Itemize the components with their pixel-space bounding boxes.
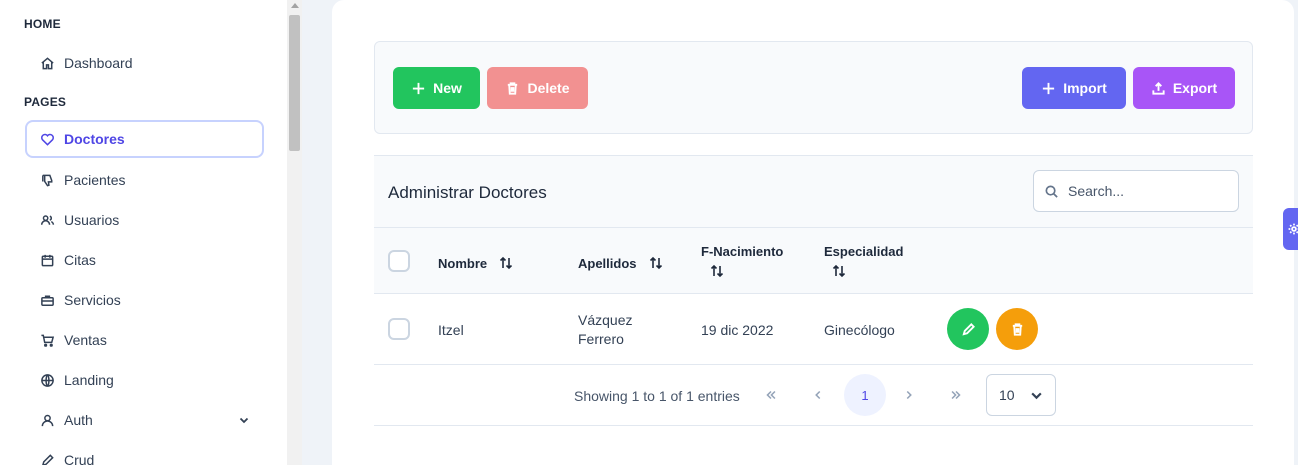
sidebar-item-label: Crud	[64, 452, 95, 465]
pagination-summary: Showing 1 to 1 of 1 entries	[574, 388, 740, 404]
next-page-button[interactable]	[888, 374, 930, 416]
rows-per-page-select[interactable]: 10	[986, 374, 1056, 416]
user-icon	[39, 412, 55, 428]
plus-icon	[411, 81, 426, 96]
cell-apellidos-line-2: Ferrero	[578, 331, 624, 347]
sidebar-item-label: Servicios	[64, 292, 121, 308]
new-button-label: New	[433, 80, 462, 96]
sidebar-item-label: Citas	[64, 252, 96, 268]
home-icon	[39, 55, 55, 71]
users-icon	[39, 212, 55, 228]
column-header-label: Especialidad	[824, 244, 904, 259]
column-header-nombre[interactable]: Nombre	[438, 255, 514, 271]
paginator: Showing 1 to 1 of 1 entries 1 10	[374, 365, 1253, 426]
chevron-down-icon	[1030, 389, 1043, 405]
globe-icon	[39, 372, 55, 388]
column-header-label: Nombre	[438, 255, 488, 271]
pencil-icon	[961, 322, 975, 336]
table-title: Administrar Doctores	[388, 183, 547, 202]
cart-icon	[39, 332, 55, 348]
sidebar-item-usuarios[interactable]: Usuarios	[25, 201, 264, 239]
briefcase-icon	[39, 292, 55, 308]
sidebar-item-label: Ventas	[64, 332, 107, 348]
sidebar-item-label: Doctores	[64, 131, 125, 147]
scroll-up-arrow-icon[interactable]	[291, 3, 299, 8]
sidebar-item-citas[interactable]: Citas	[25, 241, 264, 279]
upload-icon	[1151, 81, 1166, 96]
sidebar-item-label: Auth	[64, 412, 93, 428]
cell-nombre: Itzel	[438, 322, 464, 338]
column-header-label: Apellidos	[578, 255, 637, 271]
prev-page-button[interactable]	[797, 374, 839, 416]
select-all-checkbox[interactable]	[388, 250, 410, 272]
search-icon	[1044, 184, 1059, 199]
heart-icon	[39, 131, 55, 147]
sidebar-item-auth[interactable]: Auth	[25, 401, 264, 439]
cell-apellidos: Vázquez Ferrero	[578, 311, 632, 349]
cell-apellidos-line-1: Vázquez	[578, 312, 633, 328]
export-button-label: Export	[1172, 80, 1218, 96]
chevron-right-icon	[906, 390, 912, 400]
delete-button-label: Delete	[527, 80, 570, 96]
trash-icon	[505, 81, 520, 96]
row-checkbox[interactable]	[388, 318, 410, 340]
sidebar-item-servicios[interactable]: Servicios	[25, 281, 264, 319]
import-button-label: Import	[1063, 80, 1107, 96]
toolbar: New Delete Import Export	[374, 41, 1253, 134]
delete-button[interactable]: Delete	[487, 67, 588, 109]
column-header-apellidos[interactable]: Apellidos	[578, 255, 664, 271]
trash-icon	[1012, 322, 1022, 336]
plus-icon	[1041, 81, 1056, 96]
table-column-header-row: Nombre Apellidos F-Nacimiento Especialid…	[374, 227, 1253, 294]
main-card: New Delete Import Export Administrar Doc…	[332, 0, 1294, 465]
sidebar-item-label: Usuarios	[64, 212, 120, 228]
export-button[interactable]: Export	[1133, 67, 1235, 109]
delete-row-button[interactable]	[996, 308, 1038, 350]
sort-icon[interactable]	[498, 255, 514, 271]
thumbs-down-icon	[39, 172, 55, 188]
last-page-button[interactable]	[935, 374, 977, 416]
gear-icon	[1288, 223, 1298, 235]
sidebar-item-dashboard[interactable]: Dashboard	[25, 44, 264, 82]
chevrons-right-icon	[951, 390, 961, 400]
column-header-especialidad[interactable]: Especialidad	[824, 244, 903, 282]
sidebar: HOME Dashboard PAGES Doctores Pacientes …	[0, 0, 287, 465]
table-header: Administrar Doctores	[374, 155, 1253, 227]
config-button[interactable]	[1283, 208, 1298, 250]
rows-per-page-value: 10	[999, 387, 1015, 403]
page-button[interactable]: 1	[844, 374, 886, 416]
sidebar-item-label: Landing	[64, 372, 114, 388]
sidebar-item-pacientes[interactable]: Pacientes	[25, 161, 264, 199]
chevrons-left-icon	[766, 390, 776, 400]
pencil-icon	[39, 452, 55, 465]
cell-nacimiento: 19 dic 2022	[701, 322, 774, 338]
cell-especialidad: Ginecólogo	[824, 322, 895, 338]
sort-icon[interactable]	[709, 263, 725, 279]
sidebar-item-label: Pacientes	[64, 172, 126, 188]
pages-section-title: PAGES	[24, 95, 67, 109]
sidebar-item-doctores[interactable]: Doctores	[25, 120, 264, 158]
sidebar-item-label: Dashboard	[64, 55, 133, 71]
sidebar-scrollbar[interactable]	[287, 0, 302, 465]
sort-icon[interactable]	[831, 263, 847, 279]
search-input[interactable]	[1068, 183, 1228, 199]
import-button[interactable]: Import	[1022, 67, 1126, 109]
sort-icon[interactable]	[648, 255, 664, 271]
chevron-left-icon	[815, 390, 821, 400]
chevron-down-icon	[238, 413, 250, 425]
sidebar-item-crud[interactable]: Crud	[25, 441, 264, 465]
calendar-icon	[39, 252, 55, 268]
first-page-button[interactable]	[750, 374, 792, 416]
sidebar-item-landing[interactable]: Landing	[25, 361, 264, 399]
new-button[interactable]: New	[393, 67, 480, 109]
table-row[interactable]: Itzel Vázquez Ferrero 19 dic 2022 Ginecó…	[374, 294, 1253, 365]
edit-row-button[interactable]	[947, 308, 989, 350]
column-header-f-nacimiento[interactable]: F-Nacimiento	[701, 244, 783, 282]
column-header-label: F-Nacimiento	[701, 244, 784, 259]
search-box	[1033, 170, 1239, 212]
sidebar-item-ventas[interactable]: Ventas	[25, 321, 264, 359]
home-section-title: HOME	[24, 17, 61, 31]
scroll-thumb[interactable]	[289, 15, 300, 151]
